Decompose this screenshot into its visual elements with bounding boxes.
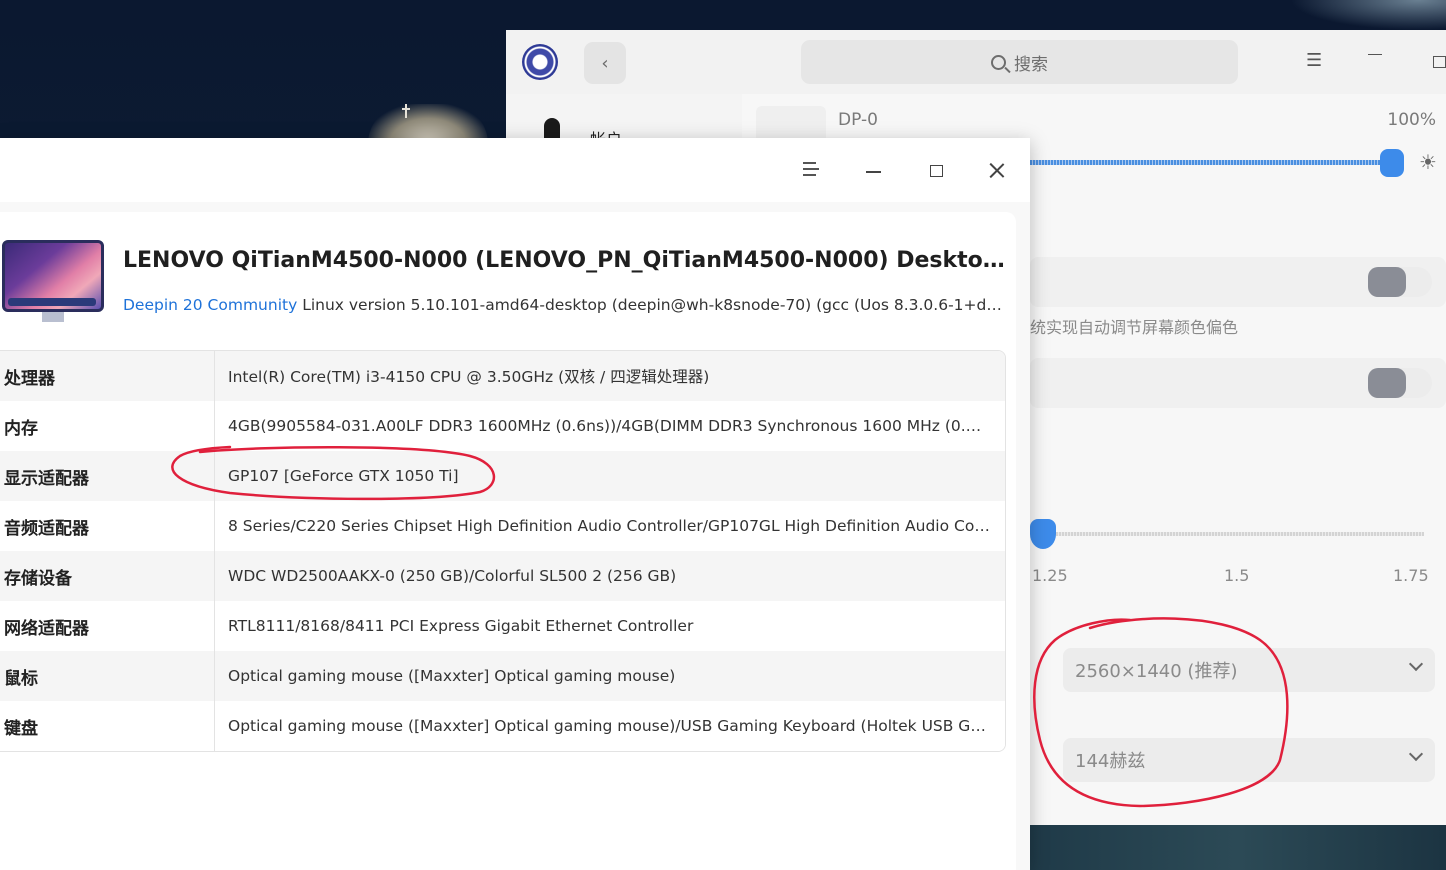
night-mode-description: 统实现自动调节屏幕颜色偏色	[1030, 318, 1239, 337]
refresh-rate-select[interactable]: 144赫兹	[1063, 738, 1435, 782]
brightness-slider-track[interactable]	[1030, 160, 1387, 165]
toggle-switch[interactable]	[1368, 368, 1432, 398]
row-key: 鼠标	[0, 651, 215, 701]
scale-slider-track[interactable]	[1044, 532, 1424, 536]
os-info: Deepin 20 Community Linux version 5.10.1…	[123, 296, 1003, 314]
device-table: 处理器 Intel(R) Core(TM) i3-4150 CPU @ 3.50…	[0, 350, 1006, 752]
toggle-switch[interactable]	[1368, 267, 1432, 297]
row-value: 8 Series/C220 Series Chipset High Defini…	[228, 517, 1005, 535]
menu-icon[interactable]: ☰	[1306, 52, 1322, 70]
table-row: 内存 4GB(9905584-031.A00LF DDR3 1600MHz (0…	[0, 401, 1005, 451]
row-key: 键盘	[0, 701, 215, 751]
row-key: 存储设备	[0, 551, 215, 601]
os-version: Linux version 5.10.101-amd64-desktop (de…	[297, 296, 1003, 314]
maximize-icon[interactable]	[930, 165, 943, 177]
brightness-slider-handle[interactable]	[1380, 149, 1404, 177]
table-row: 音频适配器 8 Series/C220 Series Chipset High …	[0, 501, 1005, 551]
search-placeholder: 搜索	[1014, 54, 1048, 75]
table-row: 处理器 Intel(R) Core(TM) i3-4150 CPU @ 3.50…	[0, 351, 1005, 401]
search-input[interactable]: 搜索	[801, 40, 1238, 84]
control-center-titlebar: ‹ 搜索 ☰	[506, 30, 1446, 94]
refresh-rate-value: 144赫兹	[1075, 751, 1146, 772]
search-icon	[991, 54, 1006, 70]
scale-slider-handle[interactable]	[1030, 519, 1056, 549]
chevron-down-icon	[1408, 746, 1424, 762]
table-row: 存储设备 WDC WD2500AAKX-0 (250 GB)/Colorful …	[0, 551, 1005, 601]
maximize-icon[interactable]	[1433, 56, 1446, 68]
row-value: 4GB(9905584-031.A00LF DDR3 1600MHz (0.6n…	[228, 417, 1005, 435]
table-row: 鼠标 Optical gaming mouse ([Maxxter] Optic…	[0, 651, 1005, 701]
resolution-value: 2560×1440 (推荐)	[1075, 661, 1238, 682]
device-manager-window: LENOVO QiTianM4500-N000 (LENOVO_PN_QiTia…	[0, 138, 1030, 870]
table-row: 键盘 Optical gaming mouse ([Maxxter] Optic…	[0, 701, 1005, 751]
device-overview: LENOVO QiTianM4500-N000 (LENOVO_PN_QiTia…	[0, 212, 1016, 870]
computer-icon	[0, 240, 106, 322]
row-key: 显示适配器	[0, 451, 215, 501]
row-value: Optical gaming mouse ([Maxxter] Optical …	[228, 717, 1005, 735]
resolution-select[interactable]: 2560×1440 (推荐)	[1063, 648, 1435, 692]
close-icon[interactable]	[987, 160, 1007, 180]
row-key: 处理器	[0, 351, 215, 401]
os-link[interactable]: Deepin 20 Community	[123, 296, 297, 314]
setting-row	[1030, 257, 1446, 307]
wallpaper-bottom	[1030, 825, 1446, 870]
scale-tick-label: 1.25	[1032, 566, 1068, 585]
chevron-left-icon: ‹	[601, 52, 609, 74]
row-value: Optical gaming mouse ([Maxxter] Optical …	[228, 667, 676, 685]
minimize-icon[interactable]	[1368, 54, 1382, 55]
table-row: 显示适配器 GP107 [GeForce GTX 1050 Ti]	[0, 451, 1005, 501]
control-center-logo-icon	[522, 44, 558, 80]
wallpaper-cross	[402, 104, 410, 118]
brightness-sun-icon: ☀	[1419, 150, 1437, 174]
row-value: GP107 [GeForce GTX 1050 Ti]	[228, 467, 459, 485]
wallpaper-cloud	[1290, 0, 1446, 30]
device-title: LENOVO QiTianM4500-N000 (LENOVO_PN_QiTia…	[123, 248, 1008, 273]
device-manager-titlebar	[0, 138, 1030, 202]
row-key: 音频适配器	[0, 501, 215, 551]
scale-tick-label: 1.5	[1224, 566, 1250, 585]
scale-tick-label: 1.75	[1393, 566, 1429, 585]
back-button[interactable]: ‹	[584, 42, 626, 84]
menu-icon[interactable]	[803, 162, 819, 176]
row-value: RTL8111/8168/8411 PCI Express Gigabit Et…	[228, 617, 694, 635]
brightness-value: 100%	[1387, 110, 1436, 130]
table-row: 网络适配器 RTL8111/8168/8411 PCI Express Giga…	[0, 601, 1005, 651]
row-key: 网络适配器	[0, 601, 215, 651]
minimize-icon[interactable]	[866, 171, 881, 173]
row-key: 内存	[0, 401, 215, 451]
setting-row	[1030, 358, 1446, 408]
row-value: WDC WD2500AAKX-0 (250 GB)/Colorful SL500…	[228, 567, 677, 585]
row-value: Intel(R) Core(TM) i3-4150 CPU @ 3.50GHz …	[228, 368, 710, 386]
chevron-down-icon	[1408, 656, 1424, 672]
monitor-name: DP-0	[838, 110, 878, 130]
